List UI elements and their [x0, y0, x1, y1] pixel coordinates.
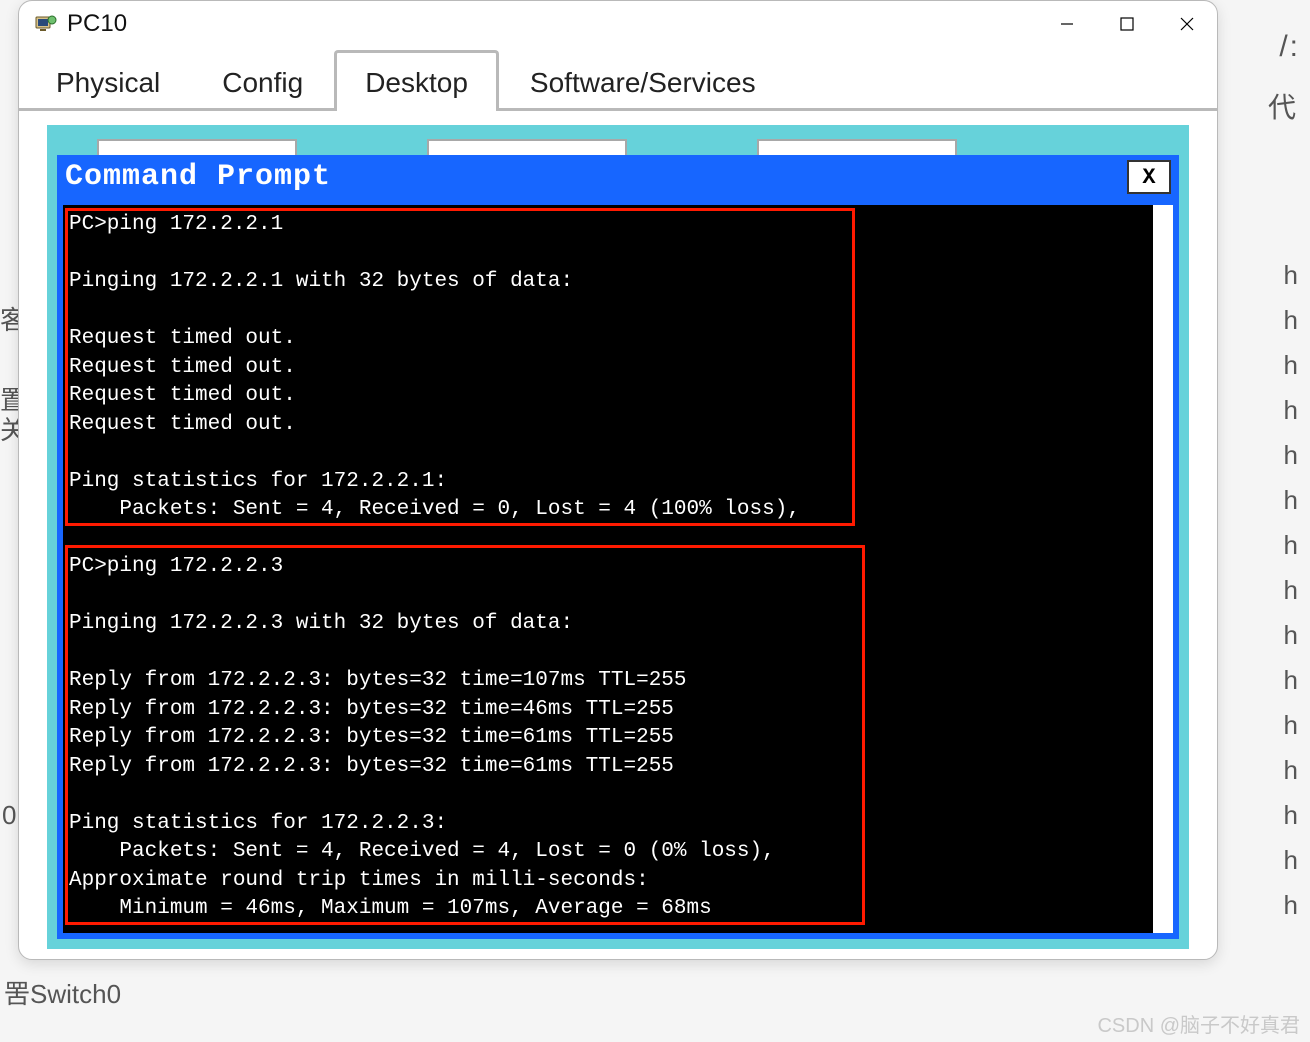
bg-text: h: [1284, 575, 1298, 606]
command-prompt-window: Command Prompt X PC>ping 172.2.2.1 Pingi…: [57, 155, 1179, 939]
bg-text: h: [1284, 710, 1298, 741]
bg-text: /:: [1279, 30, 1300, 64]
tab-physical[interactable]: Physical: [25, 50, 191, 111]
watermark: CSDN @脑子不好真君: [1097, 1009, 1300, 1038]
terminal-scrollbar[interactable]: [1153, 205, 1173, 933]
bg-text: h: [1284, 440, 1298, 471]
window-titlebar[interactable]: PC10: [19, 1, 1217, 47]
bg-text: h: [1284, 800, 1298, 831]
bg-text: h: [1284, 620, 1298, 651]
bg-text: h: [1284, 395, 1298, 426]
bg-text: h: [1284, 350, 1298, 381]
tab-software-services[interactable]: Software/Services: [499, 50, 787, 111]
bg-text: 0: [2, 800, 16, 831]
command-prompt-title: Command Prompt: [57, 160, 331, 194]
tab-config[interactable]: Config: [191, 50, 334, 111]
bg-text: h: [1284, 845, 1298, 876]
bg-text: h: [1284, 260, 1298, 291]
bg-text: h: [1284, 305, 1298, 336]
desktop-panel: Command Prompt X PC>ping 172.2.2.1 Pingi…: [47, 125, 1189, 949]
bg-text: h: [1284, 665, 1298, 696]
close-button[interactable]: [1157, 1, 1217, 47]
bg-text: h: [1284, 530, 1298, 561]
maximize-button[interactable]: [1097, 1, 1157, 47]
tab-desktop[interactable]: Desktop: [334, 50, 499, 111]
bg-text: h: [1284, 890, 1298, 921]
terminal-output[interactable]: PC>ping 172.2.2.1 Pinging 172.2.2.1 with…: [63, 205, 1173, 933]
command-prompt-titlebar[interactable]: Command Prompt X: [57, 155, 1179, 199]
pc-icon: [33, 12, 57, 36]
minimize-button[interactable]: [1037, 1, 1097, 47]
tab-bar: Physical Config Desktop Software/Service…: [19, 47, 1217, 111]
bg-text: h: [1284, 485, 1298, 516]
app-window: PC10 Physical Config Desktop Software/Se…: [18, 0, 1218, 960]
bg-text: h: [1284, 755, 1298, 786]
command-prompt-close-button[interactable]: X: [1127, 160, 1171, 194]
bg-text: 代: [1268, 86, 1296, 126]
window-title: PC10: [67, 10, 127, 38]
bg-text: 罟Switch0: [4, 974, 121, 1011]
